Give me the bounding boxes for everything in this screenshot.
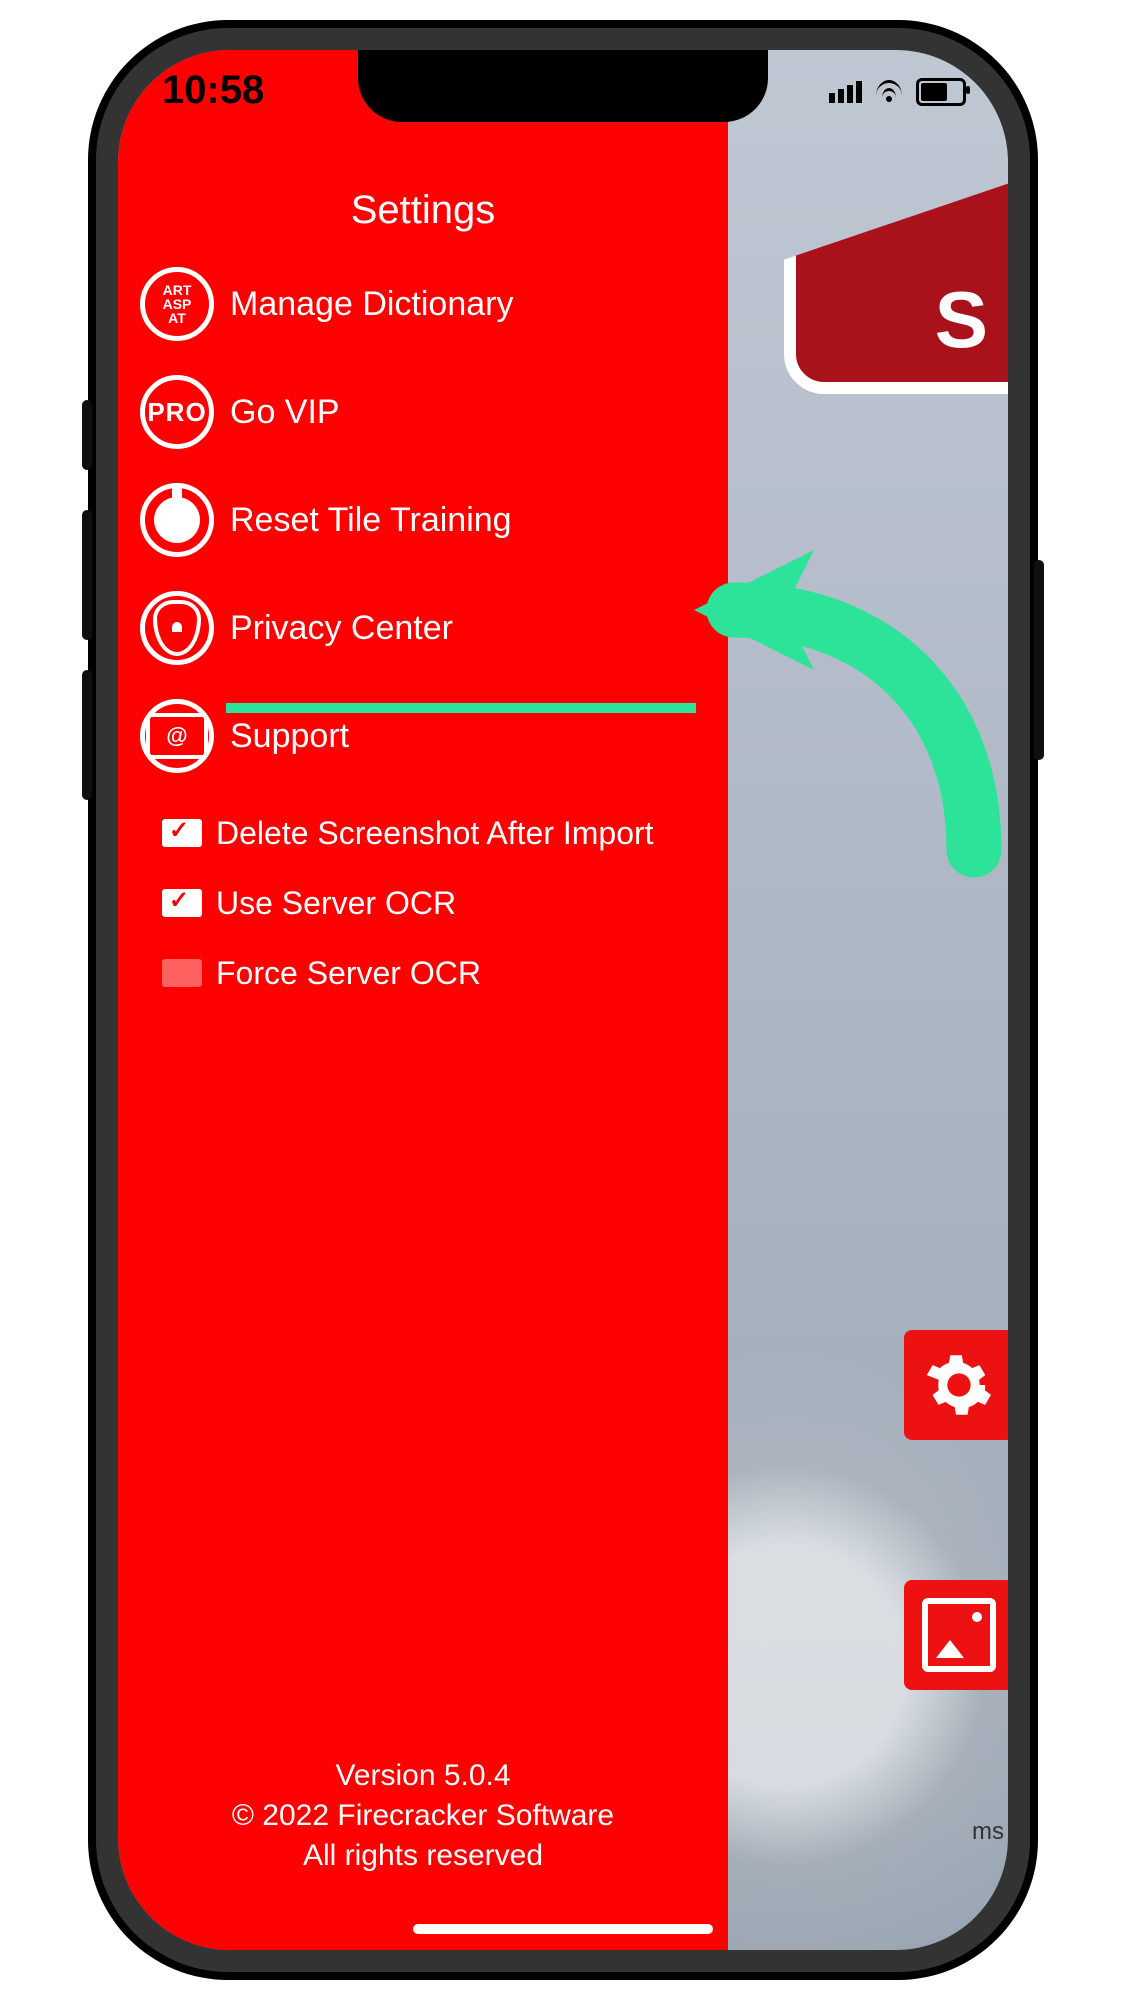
menu-item-reset-tile-training[interactable]: Reset Tile Training xyxy=(138,466,718,574)
checkbox-icon xyxy=(162,819,202,847)
version-text: Version 5.0.4 xyxy=(118,1756,728,1796)
volume-down-button xyxy=(82,670,92,800)
menu-item-support[interactable]: Support xyxy=(138,682,718,790)
check-force-server-ocr[interactable]: Force Server OCR xyxy=(138,938,718,1008)
menu-item-label: Go VIP xyxy=(230,395,340,429)
mail-icon xyxy=(138,697,216,775)
check-label: Use Server OCR xyxy=(216,887,456,919)
shield-icon xyxy=(138,589,216,667)
power-button xyxy=(1034,560,1044,760)
volume-up-button xyxy=(82,510,92,640)
check-delete-screenshot[interactable]: Delete Screenshot After Import xyxy=(138,798,718,868)
phone-screen: S ms 10:58 Settings xyxy=(118,50,1008,1950)
menu-item-label: Support xyxy=(230,719,349,753)
checkbox-icon xyxy=(162,959,202,987)
rights-text: All rights reserved xyxy=(118,1836,728,1876)
menu-item-manage-dictionary[interactable]: ART ASP AT Manage Dictionary xyxy=(138,250,718,358)
settings-footer: Version 5.0.4 © 2022 Firecracker Softwar… xyxy=(118,1756,728,1876)
copyright-text: © 2022 Firecracker Software xyxy=(118,1796,728,1836)
settings-title: Settings xyxy=(118,190,728,230)
menu-item-label: Privacy Center xyxy=(230,611,453,645)
pro-icon: PRO xyxy=(138,373,216,451)
annotation-arrow-icon xyxy=(674,550,1008,900)
highlight-underline xyxy=(226,703,696,713)
import-image-button[interactable] xyxy=(904,1580,1008,1690)
gear-icon xyxy=(924,1350,994,1420)
status-time: 10:58 xyxy=(162,70,264,110)
wifi-icon xyxy=(874,80,904,104)
bottom-peek-label: ms xyxy=(972,1820,1004,1844)
phone-frame: S ms 10:58 Settings xyxy=(88,20,1038,1980)
menu-item-go-vip[interactable]: PRO Go VIP xyxy=(138,358,718,466)
settings-gear-button[interactable] xyxy=(904,1330,1008,1440)
bomb-icon xyxy=(138,481,216,559)
phone-notch xyxy=(358,50,768,122)
menu-item-label: Reset Tile Training xyxy=(230,503,512,537)
image-icon xyxy=(922,1598,996,1672)
check-label: Force Server OCR xyxy=(216,957,481,989)
checkbox-icon xyxy=(162,889,202,917)
settings-drawer: 10:58 Settings ART ASP AT Manage Diction… xyxy=(118,50,728,1950)
home-indicator xyxy=(413,1924,713,1934)
menu-item-label: Manage Dictionary xyxy=(230,287,513,321)
battery-icon xyxy=(916,78,966,106)
side-button xyxy=(82,400,92,470)
check-use-server-ocr[interactable]: Use Server OCR xyxy=(138,868,718,938)
menu-item-privacy-center[interactable]: Privacy Center xyxy=(138,574,718,682)
check-label: Delete Screenshot After Import xyxy=(216,817,654,849)
dictionary-icon: ART ASP AT xyxy=(138,265,216,343)
cellular-icon xyxy=(829,81,862,103)
status-right xyxy=(829,78,966,106)
